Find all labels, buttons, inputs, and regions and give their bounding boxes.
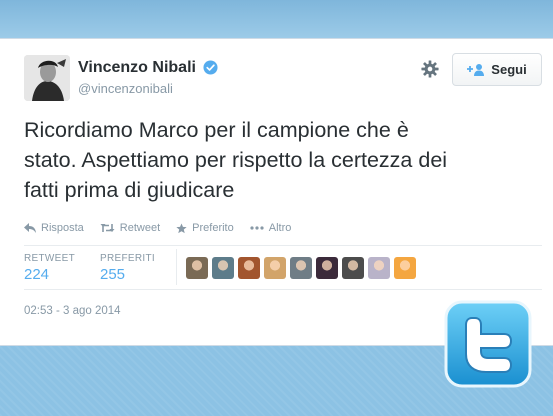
- tweet-actions: Risposta Retweet Preferito Altro: [24, 221, 307, 235]
- more-dots-icon: [250, 226, 264, 230]
- favoriter-avatar[interactable]: [368, 257, 390, 279]
- star-icon: [176, 222, 187, 233]
- tweet-text-line: fatti prima di giudicare: [24, 178, 235, 202]
- tweet-text-line: Ricordiamo Marco per il campione che è: [24, 118, 409, 142]
- favoriter-avatar[interactable]: [238, 257, 260, 279]
- favorite-count[interactable]: PREFERITI 255: [100, 253, 155, 283]
- retweet-count[interactable]: RETWEET 224: [24, 253, 75, 283]
- tweet-timestamp[interactable]: 02:53 - 3 ago 2014: [24, 305, 121, 317]
- retweet-icon: [100, 224, 115, 232]
- favorite-count-label: PREFERITI: [100, 253, 155, 264]
- more-label: Altro: [268, 222, 292, 234]
- reply-icon: [24, 223, 36, 233]
- favorite-button[interactable]: Preferito: [176, 222, 234, 234]
- gear-icon[interactable]: [421, 60, 439, 78]
- favoriter-avatar[interactable]: [264, 257, 286, 279]
- retweet-count-label: RETWEET: [24, 253, 75, 264]
- avatar[interactable]: [24, 55, 70, 101]
- retweet-label: Retweet: [119, 222, 161, 234]
- more-button[interactable]: Altro: [250, 222, 292, 234]
- favoriter-avatar[interactable]: [186, 257, 208, 279]
- favoriter-avatar[interactable]: [316, 257, 338, 279]
- reply-label: Risposta: [41, 222, 84, 234]
- background-top: [0, 0, 553, 38]
- divider: [24, 289, 542, 290]
- reply-button[interactable]: Risposta: [24, 222, 84, 234]
- favorite-count-value: 255: [100, 266, 126, 283]
- retweet-count-value: 224: [24, 266, 50, 283]
- tweet-text-line: stato. Aspettiamo per rispetto la certez…: [24, 148, 448, 172]
- favoriter-avatar[interactable]: [212, 257, 234, 279]
- follow-button[interactable]: Segui: [452, 53, 542, 86]
- favoriter-avatar[interactable]: [290, 257, 312, 279]
- favoriters-avatars: [186, 257, 416, 279]
- divider: [24, 245, 542, 246]
- favoriter-avatar[interactable]: [394, 257, 416, 279]
- tweet-text: Ricordiamo Marco per il campione che è s…: [24, 115, 544, 205]
- add-user-icon: [467, 64, 485, 76]
- stats-separator: [176, 249, 177, 285]
- twitter-logo-icon: [444, 300, 532, 388]
- verified-badge-icon: [203, 60, 218, 75]
- favoriter-avatar[interactable]: [342, 257, 364, 279]
- follow-button-label: Segui: [491, 62, 527, 77]
- user-name[interactable]: Vincenzo Nibali: [78, 59, 196, 77]
- user-handle[interactable]: @vincenzonibali: [78, 81, 173, 96]
- favorite-label: Preferito: [192, 222, 234, 234]
- retweet-button[interactable]: Retweet: [100, 222, 160, 234]
